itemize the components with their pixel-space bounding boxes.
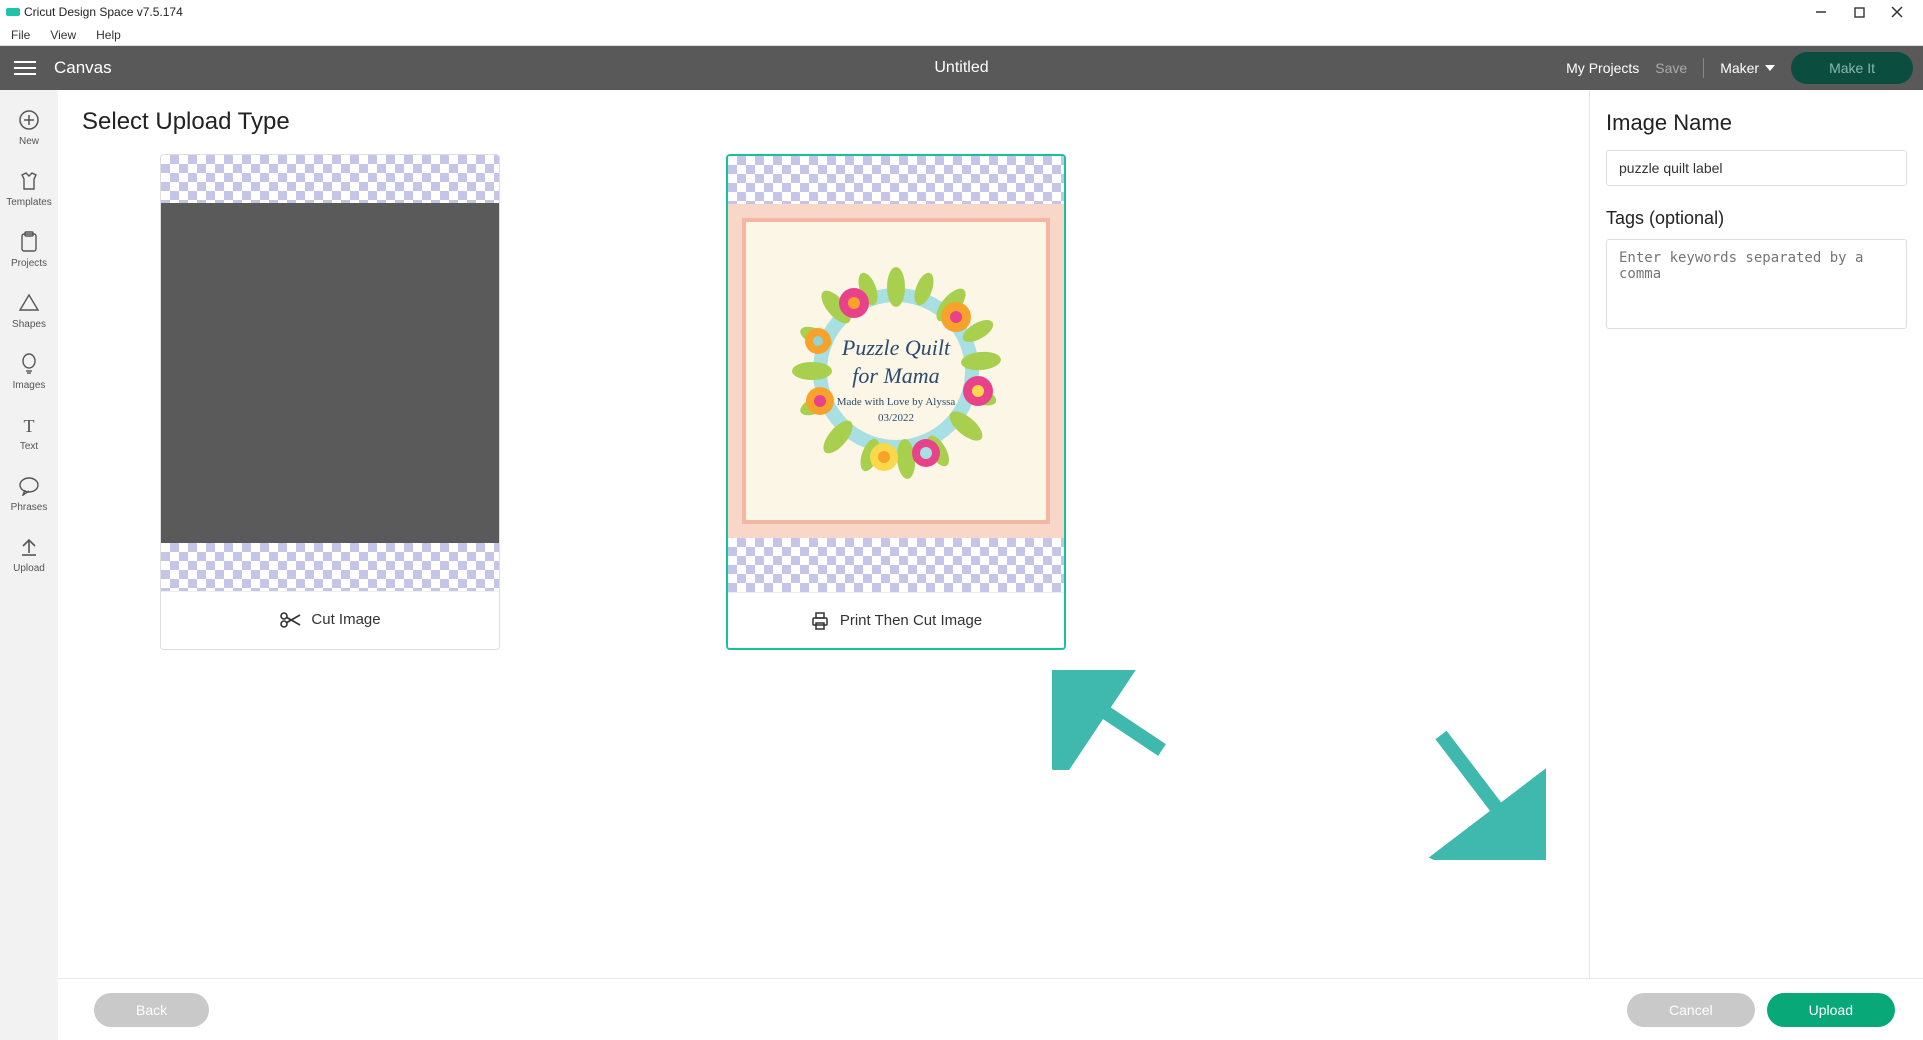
hamburger-icon bbox=[14, 61, 36, 75]
cut-image-preview bbox=[161, 203, 499, 543]
tool-label: Projects bbox=[11, 258, 47, 269]
my-projects-link[interactable]: My Projects bbox=[1566, 60, 1639, 76]
make-it-button[interactable]: Make It bbox=[1791, 52, 1913, 84]
tool-text[interactable]: T Text bbox=[0, 405, 58, 460]
svg-text:Puzzle Quilt: Puzzle Quilt bbox=[841, 335, 951, 360]
tool-upload[interactable]: Upload bbox=[0, 527, 58, 582]
chevron-down-icon bbox=[1765, 65, 1775, 71]
upload-type-cut-image[interactable]: Cut Image bbox=[160, 154, 500, 650]
menu-help[interactable]: Help bbox=[87, 26, 130, 44]
annotation-arrow-icon bbox=[1426, 720, 1546, 860]
transparency-pattern bbox=[161, 155, 499, 203]
window-title: Cricut Design Space v7.5.174 bbox=[24, 5, 183, 19]
transparency-pattern bbox=[728, 156, 1064, 204]
app-logo-icon bbox=[6, 8, 20, 16]
topbar-divider bbox=[1703, 58, 1704, 78]
machine-selector[interactable]: Maker bbox=[1720, 60, 1775, 76]
tool-phrases[interactable]: Phrases bbox=[0, 466, 58, 521]
wreath-artwork-icon: Puzzle Quilt for Mama Made with Love by … bbox=[766, 241, 1026, 501]
print-cut-preview: Puzzle Quilt for Mama Made with Love by … bbox=[728, 204, 1064, 538]
speech-bubble-icon bbox=[17, 474, 41, 498]
scissors-icon bbox=[279, 611, 301, 629]
right-panel: Image Name Tags (optional) bbox=[1589, 90, 1923, 1040]
card-label: Cut Image bbox=[311, 611, 380, 628]
tool-label: Shapes bbox=[12, 319, 46, 330]
card-footer: Print Then Cut Image bbox=[728, 592, 1064, 648]
menu-file[interactable]: File bbox=[2, 26, 39, 44]
tool-projects[interactable]: Projects bbox=[0, 222, 58, 277]
hamburger-menu-button[interactable] bbox=[0, 46, 50, 90]
tool-label: New bbox=[19, 136, 39, 147]
cancel-button[interactable]: Cancel bbox=[1627, 993, 1755, 1027]
transparency-pattern bbox=[728, 538, 1064, 592]
card-label: Print Then Cut Image bbox=[840, 612, 982, 629]
document-title[interactable]: Untitled bbox=[934, 59, 988, 77]
image-name-label: Image Name bbox=[1606, 110, 1907, 136]
card-footer: Cut Image bbox=[161, 591, 499, 647]
tool-label: Images bbox=[13, 380, 46, 391]
tool-label: Text bbox=[20, 441, 38, 452]
lightbulb-icon bbox=[17, 352, 41, 376]
machine-name: Maker bbox=[1720, 60, 1759, 76]
tool-templates[interactable]: Templates bbox=[0, 161, 58, 216]
svg-text:T: T bbox=[24, 416, 35, 435]
image-name-input[interactable] bbox=[1606, 150, 1907, 186]
tool-label: Phrases bbox=[11, 502, 48, 513]
menubar: File View Help bbox=[0, 24, 1923, 46]
shapes-icon bbox=[17, 291, 41, 315]
maximize-button[interactable] bbox=[1841, 1, 1877, 23]
text-icon: T bbox=[17, 413, 41, 437]
svg-text:for Mama: for Mama bbox=[852, 363, 939, 388]
svg-text:03/2022: 03/2022 bbox=[878, 412, 914, 424]
clipboard-icon bbox=[17, 230, 41, 254]
tool-shapes[interactable]: Shapes bbox=[0, 283, 58, 338]
tool-images[interactable]: Images bbox=[0, 344, 58, 399]
printer-icon bbox=[810, 612, 830, 630]
annotation-arrow-icon bbox=[1052, 670, 1172, 770]
tool-label: Templates bbox=[6, 197, 52, 208]
save-link[interactable]: Save bbox=[1655, 60, 1687, 76]
topbar: Canvas Untitled My Projects Save Maker M… bbox=[0, 46, 1923, 90]
menu-view[interactable]: View bbox=[41, 26, 85, 44]
topbar-section-title: Canvas bbox=[50, 58, 112, 78]
transparency-pattern bbox=[161, 543, 499, 591]
window-titlebar: Cricut Design Space v7.5.174 bbox=[0, 0, 1923, 24]
svg-text:Made with Love by Alyssa: Made with Love by Alyssa bbox=[837, 396, 956, 408]
tool-new[interactable]: New bbox=[0, 100, 58, 155]
back-button[interactable]: Back bbox=[94, 993, 209, 1027]
shirt-icon bbox=[17, 169, 41, 193]
main-area: Select Upload Type Cut Image bbox=[58, 90, 1589, 1040]
minimize-button[interactable] bbox=[1803, 1, 1839, 23]
upload-arrow-icon bbox=[17, 535, 41, 559]
upload-type-print-then-cut[interactable]: Puzzle Quilt for Mama Made with Love by … bbox=[726, 154, 1066, 650]
page-heading: Select Upload Type bbox=[82, 108, 1565, 136]
tags-label: Tags (optional) bbox=[1606, 208, 1907, 229]
footer-bar: Back Cancel Upload bbox=[58, 978, 1923, 1040]
tags-input[interactable] bbox=[1606, 239, 1907, 329]
left-toolbar: New Templates Projects Shapes Images bbox=[0, 90, 58, 1040]
close-button[interactable] bbox=[1879, 1, 1915, 23]
tool-label: Upload bbox=[13, 563, 45, 574]
plus-circle-icon bbox=[17, 108, 41, 132]
upload-button[interactable]: Upload bbox=[1767, 993, 1895, 1027]
